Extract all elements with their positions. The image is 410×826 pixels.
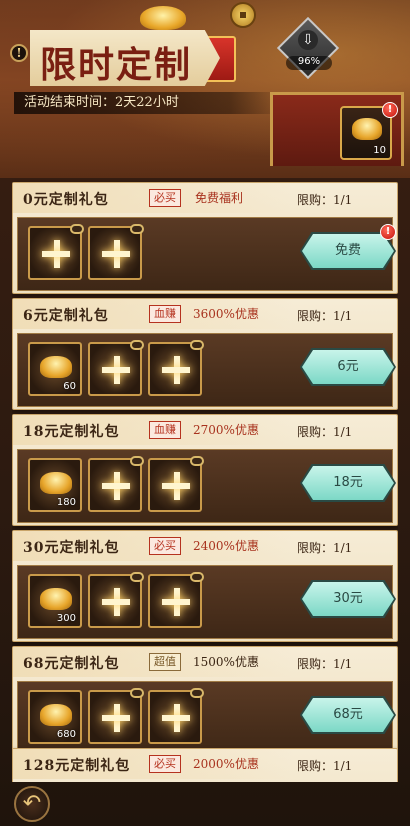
alert-icon: ! bbox=[380, 224, 396, 240]
package-name: 68元定制礼包 bbox=[23, 656, 120, 672]
reward-slot[interactable]: 300 bbox=[28, 574, 82, 628]
package-limit: 限购：1/1 bbox=[297, 541, 353, 555]
gold-ingot-icon bbox=[40, 472, 72, 494]
link-icon bbox=[190, 572, 204, 582]
reward-slot[interactable] bbox=[88, 456, 144, 512]
gold-ingot-icon bbox=[352, 118, 382, 140]
package-discount: 2000%优惠 bbox=[193, 757, 259, 771]
link-icon bbox=[190, 456, 204, 466]
reward-slot[interactable]: 680 bbox=[28, 690, 82, 744]
package-items: 180 18元 bbox=[17, 449, 396, 523]
reward-slot[interactable] bbox=[88, 224, 144, 280]
package-name: 0元定制礼包 bbox=[23, 192, 109, 208]
package-name: 30元定制礼包 bbox=[23, 540, 120, 556]
link-icon bbox=[130, 688, 144, 698]
package-items: 60 6元 bbox=[17, 333, 396, 407]
package-card: 6元定制礼包 血赚 3600%优惠 限购：1/1 60 6元 bbox=[12, 298, 398, 410]
reward-qty: 300 bbox=[56, 613, 76, 624]
package-limit: 限购：1/1 bbox=[297, 309, 353, 323]
package-items: 300 30元 bbox=[17, 565, 396, 639]
back-arrow-icon[interactable]: ↶ bbox=[14, 786, 50, 822]
buy-button[interactable]: 30元 bbox=[302, 582, 394, 616]
buy-button[interactable]: 6元 bbox=[302, 350, 394, 384]
package-card: 30元定制礼包 必买 2400%优惠 限购：1/1 300 30元 bbox=[12, 530, 398, 642]
package-tag: 血赚 bbox=[149, 421, 181, 439]
link-icon bbox=[190, 688, 204, 698]
reward-qty: 180 bbox=[56, 497, 76, 508]
coin-decoration bbox=[230, 2, 256, 28]
gold-ingot-icon bbox=[40, 356, 72, 378]
reward-slot[interactable] bbox=[148, 688, 204, 744]
package-items: 免费 ! bbox=[17, 217, 396, 291]
package-limit: 限购：1/1 bbox=[297, 759, 353, 773]
package-limit: 限购：1/1 bbox=[297, 425, 353, 439]
buy-button[interactable]: 18元 bbox=[302, 466, 394, 500]
page-title: 限时定制 bbox=[40, 44, 193, 86]
link-icon bbox=[190, 340, 204, 350]
package-items: 680 68元 bbox=[17, 681, 396, 755]
gold-ingot-icon bbox=[40, 704, 72, 726]
link-icon bbox=[130, 340, 144, 350]
info-button[interactable]: ! bbox=[10, 44, 28, 62]
package-limit: 限购：1/1 bbox=[297, 657, 353, 671]
page-title-plate: 限时定制 bbox=[30, 30, 220, 86]
package-card: 18元定制礼包 血赚 2700%优惠 限购：1/1 180 18元 bbox=[12, 414, 398, 526]
buy-button[interactable]: 免费 bbox=[302, 234, 394, 268]
side-reward-qty: 10 bbox=[373, 145, 386, 156]
reward-slot[interactable] bbox=[148, 456, 204, 512]
package-name: 128元定制礼包 bbox=[23, 758, 131, 774]
gold-ingot-icon bbox=[40, 588, 72, 610]
event-header: ! 限时定制 活动结束时间：2天22小时 ⇩ 96% 10 ! bbox=[0, 0, 410, 178]
package-name: 18元定制礼包 bbox=[23, 424, 120, 440]
package-discount: 3600%优惠 bbox=[193, 307, 259, 321]
reward-slot[interactable]: 60 bbox=[28, 342, 82, 396]
reward-slot[interactable]: 180 bbox=[28, 458, 82, 512]
buy-button[interactable]: 68元 bbox=[302, 698, 394, 732]
package-discount: 免费福利 bbox=[195, 191, 244, 205]
package-card: 0元定制礼包 必买 免费福利 限购：1/1 免费 ! bbox=[12, 182, 398, 294]
reward-slot[interactable] bbox=[88, 688, 144, 744]
package-card: 68元定制礼包 超值 1500%优惠 限购：1/1 680 68元 bbox=[12, 646, 398, 758]
reward-slot[interactable] bbox=[88, 340, 144, 396]
package-discount: 2400%优惠 bbox=[193, 539, 259, 553]
package-card: 128元定制礼包 必买 2000%优惠 限购：1/1 bbox=[12, 748, 398, 782]
package-discount: 2700%优惠 bbox=[193, 423, 259, 437]
download-arrow-icon[interactable]: ⇩ bbox=[298, 30, 318, 50]
reward-qty: 680 bbox=[56, 729, 76, 740]
event-countdown: 活动结束时间：2天22小时 bbox=[14, 92, 284, 114]
package-tag: 血赚 bbox=[149, 305, 181, 323]
reward-slot[interactable] bbox=[148, 340, 204, 396]
package-tag: 必买 bbox=[149, 189, 181, 207]
reward-slot[interactable] bbox=[88, 572, 144, 628]
package-tag: 必买 bbox=[149, 755, 181, 773]
package-tag: 超值 bbox=[149, 653, 181, 671]
alert-icon: ! bbox=[382, 102, 398, 118]
link-icon bbox=[130, 456, 144, 466]
link-icon bbox=[130, 572, 144, 582]
reward-qty: 60 bbox=[63, 381, 76, 392]
link-icon bbox=[130, 224, 144, 234]
package-limit: 限购：1/1 bbox=[297, 193, 353, 207]
package-discount: 1500%优惠 bbox=[193, 655, 259, 669]
progress-percent: 96% bbox=[286, 56, 332, 70]
link-icon bbox=[70, 224, 84, 234]
package-name: 6元定制礼包 bbox=[23, 308, 109, 324]
reward-slot[interactable] bbox=[28, 224, 84, 280]
gold-ingot-decoration bbox=[140, 6, 186, 30]
reward-slot[interactable] bbox=[148, 572, 204, 628]
package-tag: 必买 bbox=[149, 537, 181, 555]
package-list[interactable]: 0元定制礼包 必买 免费福利 限购：1/1 免费 ! 6元定制礼包 血赚 360… bbox=[12, 178, 398, 782]
